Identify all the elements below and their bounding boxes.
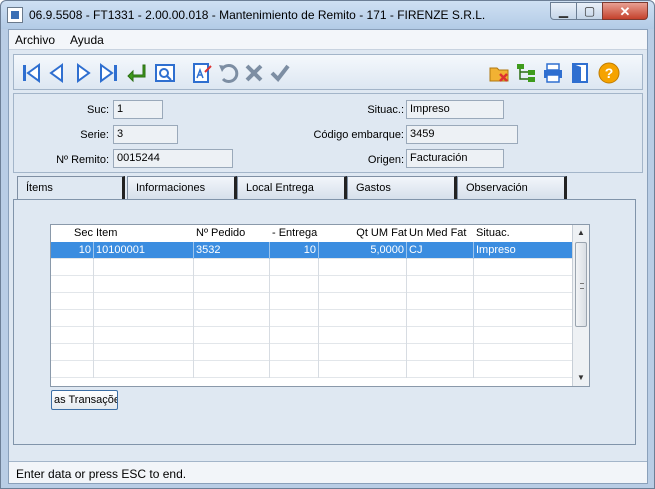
minimize-icon: ▁ — [558, 4, 569, 18]
first-record-icon[interactable] — [20, 62, 42, 84]
column-header-entrega[interactable]: - Entrega — [272, 227, 320, 239]
tab-local-entrega[interactable]: Local Entrega — [237, 176, 347, 199]
column-header-item[interactable]: Item — [96, 227, 194, 239]
table-row[interactable]: 10 10100001 3532 10 5,0000 CJ Impreso — [51, 242, 573, 259]
origen-field[interactable]: Facturación — [406, 149, 504, 168]
scroll-up-arrow-icon[interactable]: ▲ — [573, 225, 589, 241]
table-row-empty[interactable] — [51, 259, 573, 276]
undo-icon[interactable] — [217, 62, 239, 84]
svg-text:?: ? — [605, 65, 614, 81]
table-row-empty[interactable] — [51, 293, 573, 310]
minimize-button[interactable]: ▁ — [550, 2, 577, 20]
table-row-empty[interactable] — [51, 310, 573, 327]
menu-ayuda[interactable]: Ayuda — [70, 33, 104, 47]
grid-vertical-scrollbar[interactable]: ▲ ▼ — [572, 225, 589, 386]
title-bar[interactable]: 06.9.5508 - FT1331 - 2.00.00.018 - Mante… — [1, 1, 654, 29]
cell-situac: Impreso — [474, 242, 573, 259]
cell-qt-um-fat: 5,0000 — [319, 242, 407, 259]
tab-items[interactable]: Ítems — [17, 176, 125, 201]
situac-field[interactable]: Impreso — [406, 100, 504, 119]
tree-icon[interactable] — [515, 62, 537, 84]
tab-gastos[interactable]: Gastos — [347, 176, 457, 199]
situac-label: Situac.: — [367, 104, 404, 116]
client-area: Archivo Ayuda ? Suc: 1 Serie: 3 Nº Remit… — [8, 29, 648, 484]
print-icon[interactable] — [542, 62, 564, 84]
grid-header: Sec Item Nº Pedido - Entrega Qt UM Fat U… — [51, 225, 573, 242]
suc-field[interactable]: 1 — [113, 100, 163, 119]
enter-icon[interactable] — [126, 62, 148, 84]
serie-field[interactable]: 3 — [113, 125, 178, 144]
column-header-pedido[interactable]: Nº Pedido — [196, 227, 270, 239]
table-row-empty[interactable] — [51, 276, 573, 293]
exit-door-icon[interactable] — [569, 62, 591, 84]
table-row-empty[interactable] — [51, 327, 573, 344]
codigo-embarque-label: Código embarque: — [313, 129, 404, 141]
column-header-qt-um-fat[interactable]: Qt UM Fat — [321, 227, 407, 239]
main-window: 06.9.5508 - FT1331 - 2.00.00.018 - Mante… — [0, 0, 655, 489]
serie-label: Serie: — [80, 129, 109, 141]
app-icon — [7, 7, 23, 23]
cell-sec: 10 — [51, 242, 94, 259]
remito-header-panel: Suc: 1 Serie: 3 Nº Remito: 0015244 Situa… — [13, 93, 643, 173]
scroll-thumb[interactable] — [575, 242, 587, 327]
maximize-button[interactable]: ▢ — [576, 2, 603, 20]
close-button[interactable]: ✕ — [602, 2, 648, 20]
toolbar: ? — [13, 54, 643, 90]
preview-icon[interactable] — [154, 62, 176, 84]
status-bar: Enter data or press ESC to end. — [9, 461, 647, 483]
column-header-un-med-fat[interactable]: Un Med Fat — [409, 227, 473, 239]
cell-un-med-fat: CJ — [407, 242, 474, 259]
menu-archivo[interactable]: Archivo — [15, 33, 55, 47]
origen-label: Origen: — [367, 154, 404, 166]
cancel-icon[interactable] — [243, 62, 265, 84]
tabs-container: Ítems Informaciones Local Entrega Gastos… — [13, 176, 643, 472]
edit-icon[interactable] — [191, 62, 213, 84]
cell-item: 10100001 — [94, 242, 194, 259]
folder-cancel-icon[interactable] — [488, 62, 510, 84]
remito-number-field[interactable]: 0015244 — [113, 149, 233, 168]
remito-number-label: Nº Remito: — [56, 154, 109, 166]
table-row-empty[interactable] — [51, 361, 573, 378]
tab-panel-items: Sec Item Nº Pedido - Entrega Qt UM Fat U… — [13, 199, 636, 445]
next-record-icon[interactable] — [72, 62, 94, 84]
confirm-icon[interactable] — [269, 62, 291, 84]
table-row-empty[interactable] — [51, 344, 573, 361]
transacoes-button[interactable]: as Transaçõe — [51, 390, 118, 410]
last-record-icon[interactable] — [98, 62, 120, 84]
cell-entrega: 10 — [270, 242, 319, 259]
items-grid[interactable]: Sec Item Nº Pedido - Entrega Qt UM Fat U… — [50, 224, 590, 387]
suc-label: Suc: — [86, 104, 109, 116]
cell-pedido: 3532 — [194, 242, 270, 259]
tab-observacion[interactable]: Observación — [457, 176, 567, 199]
close-icon: ✕ — [619, 4, 631, 19]
column-header-sec[interactable]: Sec — [55, 227, 93, 239]
previous-record-icon[interactable] — [46, 62, 68, 84]
help-icon[interactable]: ? — [598, 62, 620, 84]
codigo-embarque-field[interactable]: 3459 — [406, 125, 518, 144]
menu-bar: Archivo Ayuda — [9, 30, 647, 50]
column-header-situac[interactable]: Situac. — [476, 227, 566, 239]
status-text: Enter data or press ESC to end. — [16, 467, 187, 481]
scroll-down-arrow-icon[interactable]: ▼ — [573, 370, 589, 386]
maximize-icon: ▢ — [583, 4, 596, 18]
window-title: 06.9.5508 - FT1331 - 2.00.00.018 - Mante… — [29, 8, 486, 22]
tab-informaciones[interactable]: Informaciones — [127, 176, 237, 199]
